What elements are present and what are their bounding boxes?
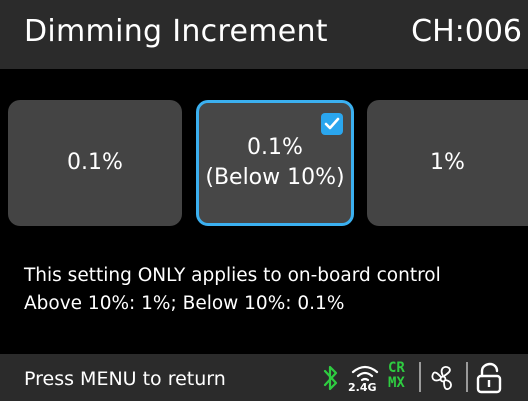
info-line-1: This setting ONLY applies to on-board co… xyxy=(24,265,441,286)
option-label: 0.1% xyxy=(247,135,303,160)
divider xyxy=(419,362,421,392)
unlock-icon xyxy=(476,362,502,394)
screen: Dimming Increment CH:006 0.1% 0.1% (Belo… xyxy=(0,0,528,401)
wireless-2-4g-icon: 2.4G xyxy=(348,360,382,398)
page-title: Dimming Increment xyxy=(24,14,328,49)
footer-bar: Press MENU to return 2.4G CR MX xyxy=(0,354,528,401)
wireless-band-label: 2.4G xyxy=(348,381,377,394)
fan-icon xyxy=(431,365,452,390)
option-label: 0.1% xyxy=(67,150,123,175)
status-icons: 2.4G CR MX xyxy=(318,358,528,398)
header-bar: Dimming Increment CH:006 xyxy=(0,0,528,69)
bluetooth-icon xyxy=(323,365,338,391)
option-1-percent[interactable]: 1% xyxy=(367,100,528,226)
channel-indicator: CH:006 xyxy=(411,14,522,49)
checkmark-icon xyxy=(321,113,343,135)
option-0-1-percent[interactable]: 0.1% xyxy=(8,100,182,226)
option-label: 1% xyxy=(430,150,465,175)
divider xyxy=(466,362,468,392)
return-hint: Press MENU to return xyxy=(24,368,226,390)
info-text: This setting ONLY applies to on-board co… xyxy=(24,262,441,318)
option-sublabel: (Below 10%) xyxy=(205,165,345,190)
crmx-icon: CR MX xyxy=(388,360,405,391)
option-0-1-percent-below-10[interactable]: 0.1% (Below 10%) xyxy=(196,100,354,226)
info-line-2: Above 10%: 1%; Below 10%: 0.1% xyxy=(24,293,345,314)
